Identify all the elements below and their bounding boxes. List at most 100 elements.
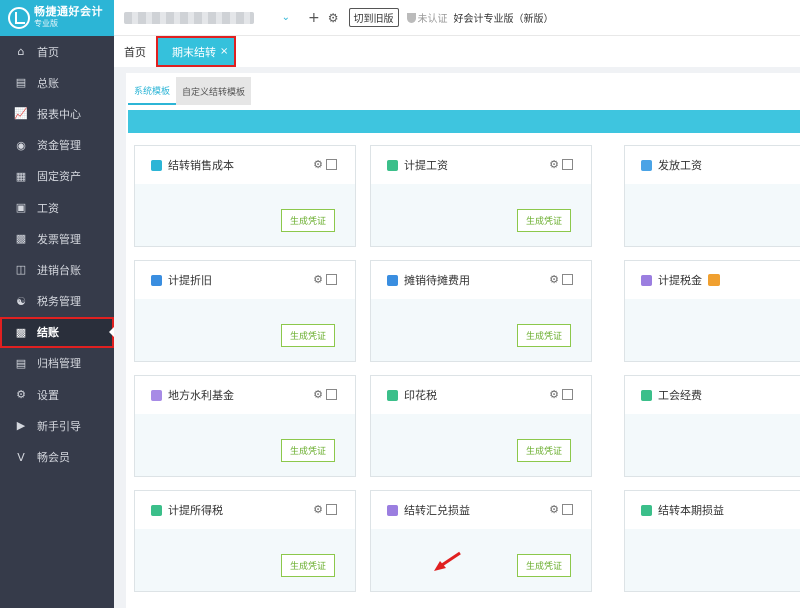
money-icon: ◉: [16, 138, 26, 152]
sidebar-item-11[interactable]: ⚙ 设置: [0, 379, 114, 410]
settings-icon[interactable]: ⚙: [328, 11, 339, 25]
card-select-checkbox[interactable]: [326, 274, 337, 285]
card-header: 地方水利基金 ⚙: [135, 376, 355, 414]
ledger-icon: ▤: [15, 76, 27, 90]
sidebar-item-12[interactable]: ▶ 新手引导: [0, 410, 114, 441]
generate-voucher-button[interactable]: 生成凭证: [517, 554, 571, 577]
card-type-icon: [641, 274, 652, 286]
transfer-card: 结转销售成本 ⚙ 生成凭证: [134, 145, 356, 247]
sidebar-item-10[interactable]: ▤ 归档管理: [0, 348, 114, 379]
card-select-checkbox[interactable]: [326, 159, 337, 170]
info-strip: [128, 110, 800, 133]
tab-system-templates[interactable]: 系统模板: [128, 77, 177, 105]
card-select-checkbox[interactable]: [562, 389, 573, 400]
app-logo[interactable]: 畅捷通好会计 专业版: [0, 0, 114, 36]
sidebar-item-6[interactable]: ▩ 发票管理: [0, 223, 114, 254]
sidebar-item-9[interactable]: ▩ 结账: [0, 316, 114, 348]
transfer-card: 计提折旧 ⚙ 生成凭证: [134, 260, 356, 362]
notice-badge-icon[interactable]: [708, 274, 720, 286]
auth-status-label: 未认证: [417, 14, 448, 25]
app-title: 畅捷通好会计: [34, 5, 103, 18]
sidebar-item-4[interactable]: ▦ 固定资产: [0, 161, 114, 192]
card-header: 摊销待摊费用 ⚙: [371, 261, 591, 299]
sidebar-item-label: 结账: [37, 326, 59, 340]
card-title: 摊销待摊费用: [404, 274, 470, 287]
card-select-checkbox[interactable]: [562, 274, 573, 285]
card-title: 计提税金: [658, 274, 702, 287]
sidebar-item-label: 新手引导: [37, 419, 81, 433]
template-tabs: 系统模板 自定义结转模板: [126, 73, 800, 105]
card-select-checkbox[interactable]: [562, 159, 573, 170]
card-type-icon: [151, 504, 162, 516]
top-bar: ⌄ + ⚙ 切到旧版 未认证 好会计专业版（新版）: [114, 0, 800, 36]
tab-custom-templates[interactable]: 自定义结转模板: [176, 77, 252, 105]
gear-icon: ⚙: [16, 388, 26, 402]
card-type-icon: [641, 389, 652, 401]
switch-old-version-button[interactable]: 切到旧版: [348, 8, 399, 27]
card-select-checkbox[interactable]: [562, 504, 573, 515]
sidebar-item-label: 发票管理: [37, 232, 81, 246]
sidebar-item-3[interactable]: ◉ 资金管理: [0, 130, 114, 161]
card-settings-gear-icon[interactable]: ⚙: [313, 273, 323, 286]
card-settings-gear-icon[interactable]: ⚙: [549, 158, 559, 171]
sidebar-item-label: 归档管理: [37, 357, 81, 371]
auth-status[interactable]: 未认证: [406, 10, 448, 25]
generate-voucher-button[interactable]: 生成凭证: [517, 324, 571, 347]
generate-voucher-button[interactable]: 生成凭证: [281, 209, 335, 232]
card-type-icon: [387, 389, 398, 401]
sidebar-item-label: 畅会员: [37, 451, 70, 465]
company-select[interactable]: ⌄: [118, 7, 296, 29]
generate-voucher-button[interactable]: 生成凭证: [281, 439, 335, 462]
generate-voucher-button[interactable]: 生成凭证: [281, 554, 335, 577]
card-settings-gear-icon[interactable]: ⚙: [313, 503, 323, 516]
sidebar-item-5[interactable]: ▣ 工资: [0, 192, 114, 223]
card-header: 结转销售成本 ⚙: [135, 146, 355, 184]
sidebar-item-0[interactable]: ⌂ 首页: [0, 36, 114, 67]
logo-icon: [8, 7, 30, 29]
transfer-card: 工会经费: [624, 375, 800, 477]
card-header: 计提所得税 ⚙: [135, 491, 355, 529]
card-header: 发放工资: [625, 146, 800, 184]
card-select-checkbox[interactable]: [326, 504, 337, 515]
card-select-checkbox[interactable]: [326, 389, 337, 400]
card-title: 印花税: [404, 389, 437, 402]
close-icon[interactable]: ×: [220, 46, 228, 57]
sidebar-item-8[interactable]: ☯ 税务管理: [0, 286, 114, 317]
card-settings-gear-icon[interactable]: ⚙: [549, 388, 559, 401]
sidebar: 畅捷通好会计 专业版 ⌂ 首页 ▤ 总账 📈 报表中心 ◉ 资金管理 ▦ 固定资产 ▣ 工资 ▩ 发票管理…: [0, 0, 114, 608]
card-title: 发放工资: [658, 159, 702, 172]
card-settings-gear-icon[interactable]: ⚙: [549, 503, 559, 516]
sidebar-item-13[interactable]: V 畅会员: [0, 441, 114, 472]
card-title: 计提折旧: [168, 274, 212, 287]
card-settings-gear-icon[interactable]: ⚙: [549, 273, 559, 286]
card-settings-gear-icon[interactable]: ⚙: [313, 388, 323, 401]
sidebar-item-label: 总账: [37, 76, 59, 90]
transfer-panel: 系统模板 自定义结转模板 结转销售成本 ⚙ 生成凭证 计提工资 ⚙ 生成凭证 发放工资 计提折…: [126, 73, 800, 608]
transfer-card: 计提所得税 ⚙ 生成凭证: [134, 490, 356, 592]
card-title: 地方水利基金: [168, 389, 234, 402]
card-type-icon: [151, 159, 162, 171]
card-type-icon: [387, 274, 398, 286]
sidebar-item-1[interactable]: ▤ 总账: [0, 67, 114, 98]
sidebar-item-label: 首页: [37, 45, 59, 59]
card-type-icon: [151, 389, 162, 401]
card-type-icon: [387, 504, 398, 516]
card-title: 结转汇兑损益: [404, 504, 470, 517]
card-header: 印花税 ⚙: [371, 376, 591, 414]
generate-voucher-button[interactable]: 生成凭证: [517, 209, 571, 232]
sidebar-item-2[interactable]: 📈 报表中心: [0, 98, 114, 129]
generate-voucher-button[interactable]: 生成凭证: [517, 439, 571, 462]
arrow-annotation-icon: [434, 551, 461, 571]
tax-icon: ☯: [16, 294, 26, 308]
sidebar-item-7[interactable]: ◫ 进销台账: [0, 254, 114, 285]
card-settings-gear-icon[interactable]: ⚙: [313, 158, 323, 171]
transfer-card: 发放工资: [624, 145, 800, 247]
sidebar-item-label: 固定资产: [37, 170, 81, 184]
generate-voucher-button[interactable]: 生成凭证: [281, 324, 335, 347]
transfer-card: 摊销待摊费用 ⚙ 生成凭证: [370, 260, 592, 362]
tab-home[interactable]: 首页: [114, 36, 156, 67]
invoice-icon: ▩: [15, 232, 27, 246]
card-title: 工会经费: [658, 389, 702, 402]
tab-period-end-transfer[interactable]: 期末结转 ×: [156, 36, 237, 67]
add-icon[interactable]: +: [308, 10, 320, 26]
